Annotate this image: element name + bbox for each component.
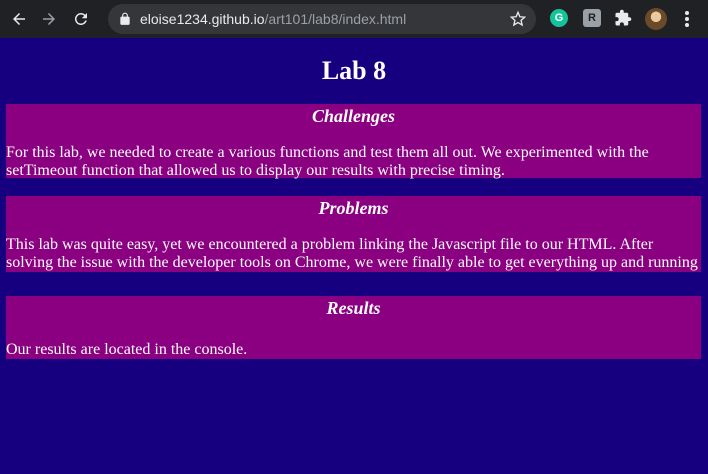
bookmark-star-icon[interactable] xyxy=(510,11,526,27)
results-section: Results Our results are located in the c… xyxy=(6,296,701,359)
reader-icon[interactable]: R xyxy=(583,9,601,27)
profile-avatar[interactable] xyxy=(645,8,667,30)
section-text: This lab was quite easy, yet we encounte… xyxy=(6,236,698,271)
forward-arrow-icon xyxy=(43,13,55,25)
section-text: Our results are located in the console. xyxy=(6,341,248,358)
reload-icon xyxy=(74,12,87,25)
section-heading: Challenges xyxy=(311,106,395,126)
page-title: Lab 8 xyxy=(321,56,387,85)
back-button[interactable] xyxy=(8,8,30,30)
problems-section: Problems This lab was quite easy, yet we… xyxy=(6,196,701,272)
extensions-puzzle-icon[interactable] xyxy=(614,9,632,27)
browser-toolbar: eloise1234.github.io/art101/lab8/index.h… xyxy=(0,0,708,38)
lock-icon xyxy=(120,12,130,25)
section-heading: Problems xyxy=(318,198,389,218)
url-host: eloise1234.github.io xyxy=(140,11,265,27)
browser-menu-icon[interactable] xyxy=(680,9,694,29)
grammarly-icon[interactable]: G xyxy=(550,9,568,27)
forward-button[interactable] xyxy=(38,8,60,30)
address-bar[interactable]: eloise1234.github.io/art101/lab8/index.h… xyxy=(108,4,536,34)
section-heading: Results xyxy=(326,298,381,318)
back-arrow-icon xyxy=(13,13,25,25)
challenges-section: Challenges For this lab, we needed to cr… xyxy=(6,104,701,179)
url-path: /art101/lab8/index.html xyxy=(264,11,407,27)
reload-button[interactable] xyxy=(70,8,92,30)
page-content: Lab 8 Challenges For this lab, we needed… xyxy=(0,38,708,474)
section-text: For this lab, we needed to create a vari… xyxy=(6,144,649,179)
